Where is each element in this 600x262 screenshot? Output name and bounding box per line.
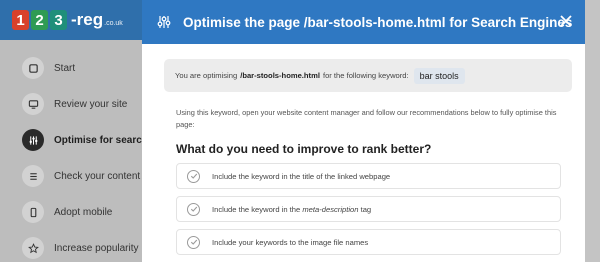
sidebar-item-start[interactable]: Start — [0, 51, 142, 85]
checklist-text: Include the keyword in the meta-descript… — [212, 204, 372, 214]
sliders-icon — [157, 16, 171, 28]
list-icon — [22, 165, 44, 187]
section-heading: What do you need to improve to rank bett… — [176, 142, 432, 156]
close-icon[interactable] — [559, 14, 573, 28]
sidebar-item-label: Optimise for search — [54, 134, 148, 146]
sidebar-item-optimise[interactable]: Optimise for search — [0, 123, 148, 157]
sidebar-item-label: Increase popularity — [54, 242, 139, 254]
logo-digit-3: 3 — [50, 10, 67, 30]
monitor-icon — [22, 93, 44, 115]
title-prefix: Optimise the page — [183, 14, 301, 30]
sidebar: Start Review your site Optimise for sear… — [0, 40, 148, 262]
checklist-text: Include the keyword in the title of the … — [212, 171, 391, 181]
checklist-item[interactable]: Include the keyword in the title of the … — [176, 163, 561, 189]
keyword-prefix: You are optimising — [175, 71, 238, 80]
keyword-chip: bar stools — [413, 67, 465, 84]
square-icon — [22, 57, 44, 79]
sidebar-item-label: Start — [54, 62, 76, 74]
mobile-icon — [22, 201, 44, 223]
sidebar-item-popularity[interactable]: Increase popularity — [0, 231, 142, 262]
title-page: /bar-stools-home.html — [303, 14, 446, 30]
keyword-info-box: You are optimising /bar-stools-home.html… — [164, 59, 572, 92]
check-icon — [187, 169, 200, 183]
optimise-modal: Optimise the page /bar-stools-home.html … — [142, 0, 585, 262]
logo-digit-1: 1 — [12, 10, 29, 30]
sidebar-item-label: Adopt mobile — [54, 206, 113, 218]
check-icon — [187, 202, 200, 216]
keyword-suffix: for the following keyword: — [322, 71, 409, 80]
check-icon — [187, 235, 200, 249]
modal-header: Optimise the page /bar-stools-home.html … — [142, 0, 585, 44]
checklist-item[interactable]: Include the keyword in the meta-descript… — [176, 196, 561, 222]
app-logo[interactable]: 1 2 3 -reg .co.uk — [0, 0, 142, 40]
sidebar-item-label: Check your content — [54, 170, 141, 182]
modal-title: Optimise the page /bar-stools-home.html … — [183, 15, 572, 30]
sliders-icon — [22, 129, 44, 151]
keyword-filename: /bar-stools-home.html — [240, 71, 320, 80]
star-icon — [22, 237, 44, 259]
logo-tld: .co.uk — [104, 19, 123, 27]
instructions-text: Using this keyword, open your website co… — [176, 108, 557, 129]
sidebar-item-review[interactable]: Review your site — [0, 87, 142, 121]
logo-digit-2: 2 — [31, 10, 48, 30]
sidebar-item-content[interactable]: Check your content — [0, 159, 142, 193]
sidebar-item-label: Review your site — [54, 98, 128, 110]
title-suffix: for Search Engines — [449, 14, 573, 30]
sidebar-item-mobile[interactable]: Adopt mobile — [0, 195, 142, 229]
logo-brand: -reg — [71, 10, 104, 29]
app-background — [585, 0, 600, 262]
checklist-text: Include your keywords to the image file … — [212, 237, 369, 247]
checklist-item[interactable]: Include your keywords to the image file … — [176, 229, 561, 255]
